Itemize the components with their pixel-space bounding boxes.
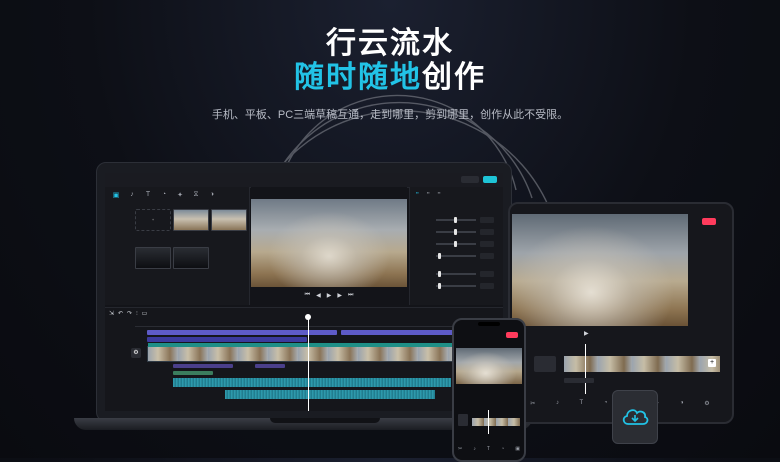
- media-thumbnail[interactable]: [173, 209, 209, 231]
- media-thumbnail[interactable]: [211, 209, 247, 231]
- media-tab-text[interactable]: T: [143, 191, 153, 201]
- media-thumbnail[interactable]: [173, 247, 209, 269]
- cloud-sync-icon: [622, 409, 649, 425]
- media-tab-transition[interactable]: ⧖: [191, 191, 201, 201]
- media-panel: ▣ ♪ T ◔ ✦ ⧖ ◑ +: [105, 187, 250, 305]
- tab-properties-2[interactable]: ▪▪: [427, 190, 430, 195]
- playhead[interactable]: [308, 316, 309, 411]
- video-player: ⏮ ◀ ▶ ▶ ⏭: [251, 187, 407, 305]
- tab-properties-1[interactable]: ▪▪: [416, 190, 419, 195]
- property-slider[interactable]: [414, 253, 500, 259]
- play-icon[interactable]: ▶: [327, 292, 332, 299]
- phone-notch: [478, 322, 500, 326]
- media-tab-effects[interactable]: ✦: [175, 191, 185, 201]
- tablet-tool-icon[interactable]: T: [580, 400, 584, 407]
- tablet-tool-icon[interactable]: ⚙: [704, 400, 709, 407]
- properties-tabs: ▪▪ ▪▪ ▪▪: [410, 187, 503, 198]
- hero-title-accent: 随时随地: [294, 61, 422, 94]
- tablet-tool-icon[interactable]: ◑: [680, 400, 684, 407]
- media-tab-media[interactable]: ▣: [111, 191, 121, 201]
- prev-frame-icon[interactable]: ⏮: [305, 292, 310, 299]
- select-tool-icon[interactable]: ⇲: [109, 311, 118, 317]
- property-slider[interactable]: [414, 283, 500, 289]
- phone-toolbar: ✂ ♪ T ◔ ▣: [458, 446, 520, 452]
- media-tabs: ▣ ♪ T ◔ ✦ ⧖ ◑: [111, 191, 217, 201]
- hero-title-plain: 创作: [422, 61, 486, 94]
- video-track-header: [148, 343, 488, 347]
- tablet-add-audio-button[interactable]: [564, 378, 594, 383]
- tablet-export-button[interactable]: [702, 218, 716, 225]
- phone-tool-icon[interactable]: ◔: [501, 446, 504, 452]
- cloud-sync-badge: [612, 390, 658, 444]
- media-tab-sticker[interactable]: ◔: [159, 191, 169, 201]
- properties-panel: ▪▪ ▪▪ ▪▪: [409, 187, 503, 305]
- audio-track[interactable]: [173, 378, 451, 387]
- tablet-play-icon[interactable]: ▶: [584, 330, 589, 337]
- timeline-ruler[interactable]: [135, 320, 501, 327]
- timeline: ⇲↶↷⫶▭ ⚙: [105, 307, 503, 411]
- phone-cover-button[interactable]: [458, 414, 468, 426]
- next-frame-icon[interactable]: ⏭: [348, 292, 353, 299]
- phone-preview[interactable]: [456, 348, 522, 384]
- phone-tool-icon[interactable]: T: [487, 446, 490, 452]
- tablet-video-track[interactable]: [564, 356, 720, 372]
- text-clip[interactable]: [173, 364, 233, 368]
- phone-export-button[interactable]: [506, 332, 518, 338]
- phone-tool-icon[interactable]: ✂: [458, 446, 462, 452]
- timeline-toolbar: ⇲↶↷⫶▭: [109, 310, 151, 318]
- player-controls: ⏮ ◀ ▶ ▶ ⏭: [251, 289, 407, 301]
- property-slider[interactable]: [414, 241, 500, 247]
- phone-device: ✂ ♪ T ◔ ▣: [452, 318, 526, 462]
- pro-button[interactable]: [461, 176, 479, 183]
- hero-subtitle: 手机、平板、PC三端草稿互通，走到哪里，剪到哪里，创作从此不受限。: [211, 109, 569, 121]
- step-back-icon[interactable]: ◀: [316, 292, 321, 299]
- cover-button[interactable]: ⚙: [131, 348, 141, 358]
- tablet-cover-button[interactable]: [534, 356, 556, 372]
- laptop-device: ▣ ♪ T ◔ ✦ ⧖ ◑ + ⏮ ◀ ▶ ▶ ⏭ ▪▪ ▪▪ ▪▪ ⇲↶↷⫶▭…: [96, 162, 512, 422]
- hero-title-line2: 随时随地创作: [0, 52, 780, 96]
- phone-video-track[interactable]: [472, 418, 520, 426]
- redo-icon[interactable]: ↷: [127, 311, 136, 317]
- media-thumbnail[interactable]: [135, 247, 171, 269]
- export-button[interactable]: [483, 176, 497, 183]
- delete-icon[interactable]: ▭: [142, 311, 152, 317]
- tablet-tool-icon[interactable]: ♪: [556, 400, 559, 407]
- tablet-tool-icon[interactable]: ✂: [530, 400, 535, 407]
- media-tab-filter[interactable]: ◑: [207, 191, 217, 201]
- tablet-add-clip-icon[interactable]: +: [708, 359, 716, 367]
- laptop-notch: [270, 418, 380, 423]
- player-preview[interactable]: [251, 199, 407, 287]
- video-track[interactable]: [147, 343, 489, 362]
- property-slider[interactable]: [414, 229, 500, 235]
- tablet-tool-icon[interactable]: ◔: [604, 400, 608, 407]
- app-titlebar: [105, 173, 503, 188]
- phone-playhead[interactable]: [488, 410, 489, 434]
- tab-properties-3[interactable]: ▪▪: [438, 190, 441, 195]
- media-tab-audio[interactable]: ♪: [127, 191, 137, 201]
- step-forward-icon[interactable]: ▶: [337, 292, 342, 299]
- import-button[interactable]: +: [135, 209, 171, 231]
- laptop-screen: ▣ ♪ T ◔ ✦ ⧖ ◑ + ⏮ ◀ ▶ ▶ ⏭ ▪▪ ▪▪ ▪▪ ⇲↶↷⫶▭…: [105, 173, 503, 411]
- undo-icon[interactable]: ↶: [118, 311, 127, 317]
- phone-tool-icon[interactable]: ▣: [515, 446, 520, 452]
- text-clip[interactable]: [173, 371, 213, 375]
- tablet-preview[interactable]: [512, 214, 688, 326]
- phone-tool-icon[interactable]: ♪: [473, 446, 476, 452]
- text-clip[interactable]: [255, 364, 285, 368]
- tablet-playhead[interactable]: [585, 344, 586, 394]
- audio-track[interactable]: [225, 390, 435, 399]
- effect-clip[interactable]: [147, 337, 307, 342]
- property-slider[interactable]: [414, 217, 500, 223]
- property-slider[interactable]: [414, 271, 500, 277]
